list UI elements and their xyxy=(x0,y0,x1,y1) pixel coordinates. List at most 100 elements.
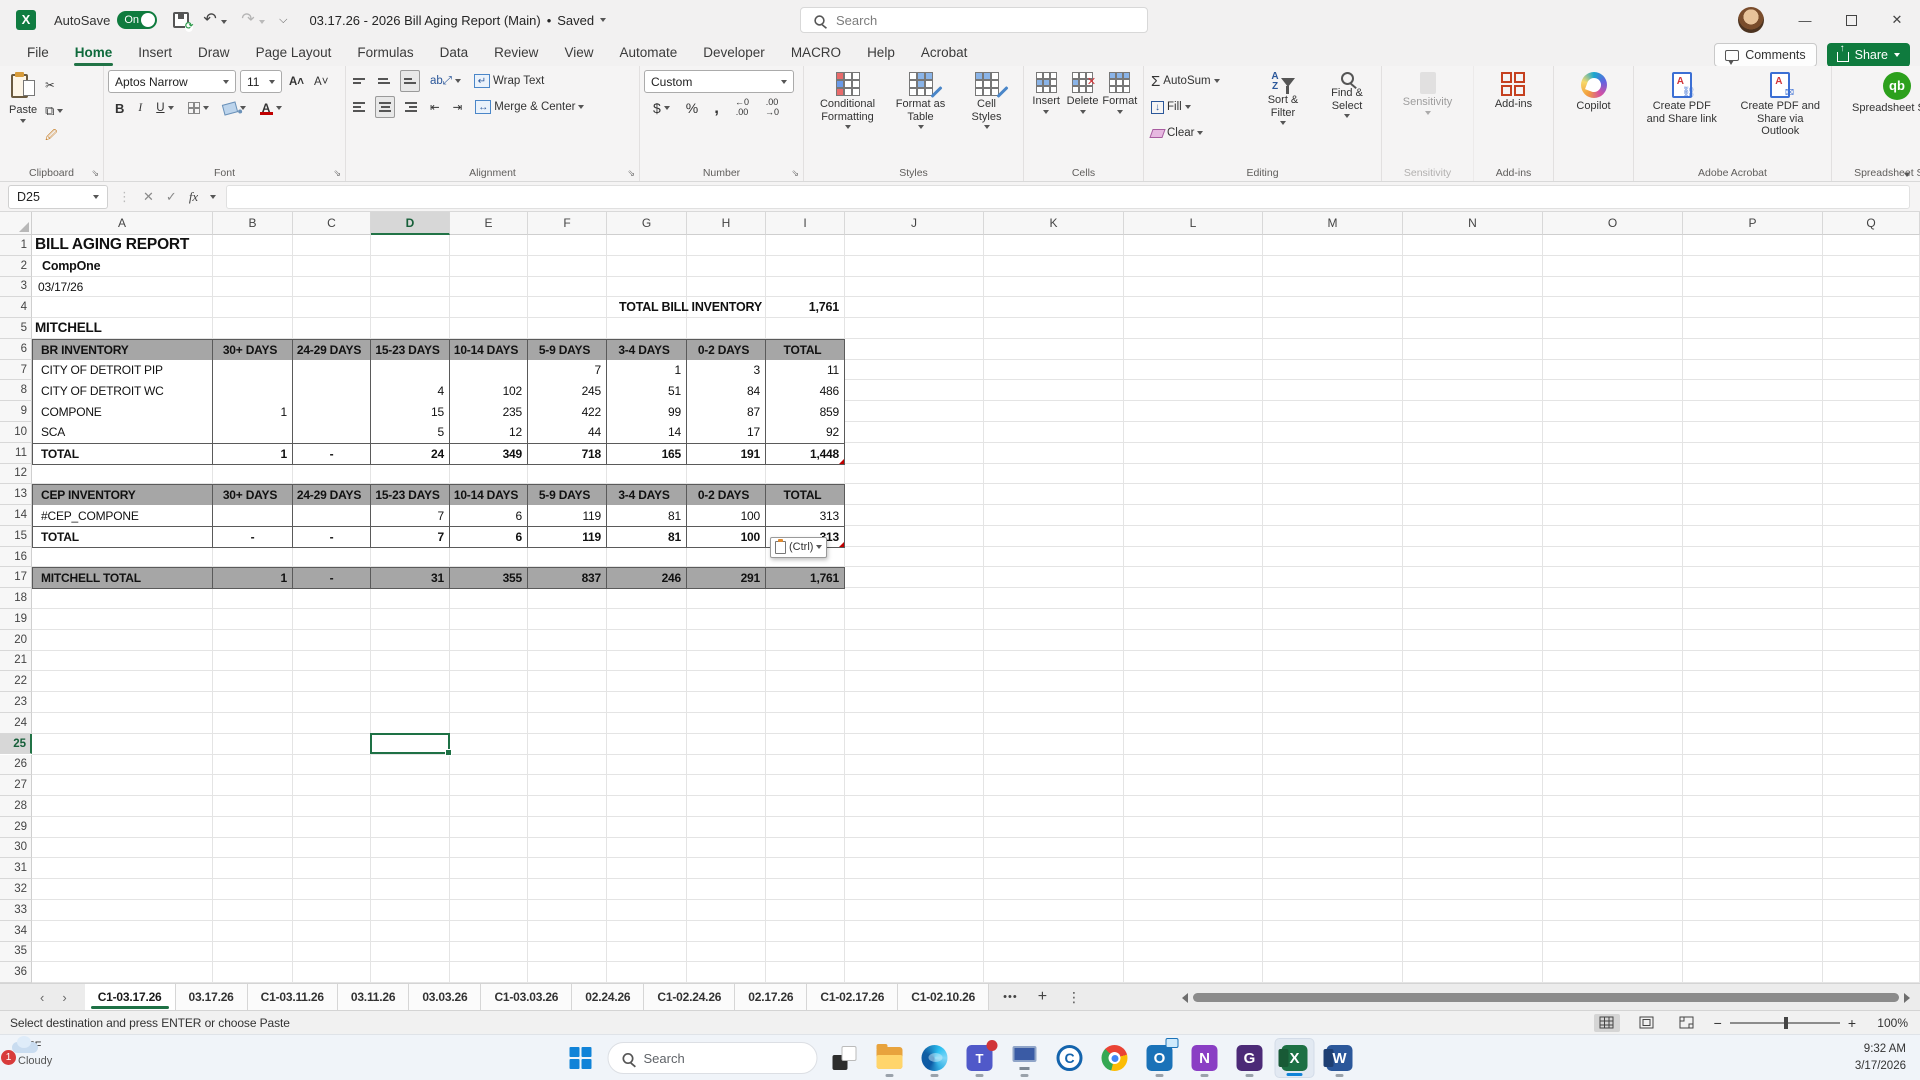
format-cells-button[interactable]: Format xyxy=(1101,70,1139,116)
row-header-26[interactable]: 26 xyxy=(0,754,32,776)
column-header-M[interactable]: M xyxy=(1263,212,1403,235)
cell-value[interactable]: 31 xyxy=(371,568,450,589)
autosum-button[interactable]: Σ AutoSum xyxy=(1148,70,1248,92)
column-header-N[interactable]: N xyxy=(1403,212,1543,235)
bold-button[interactable]: B xyxy=(112,97,127,119)
page-break-preview-button[interactable] xyxy=(1674,1014,1700,1032)
more-sheets-button[interactable]: ••• xyxy=(1003,991,1018,1003)
font-name-select[interactable]: Aptos Narrow xyxy=(108,70,236,93)
cell-value[interactable]: 1 xyxy=(213,401,293,422)
undo-button[interactable]: ↶ xyxy=(203,11,228,29)
table-row[interactable]: #CEP_COMPONE 7 6 119 81 100 313 xyxy=(32,505,845,527)
row-header-28[interactable]: 28 xyxy=(0,796,32,817)
cell-value[interactable]: 6 xyxy=(450,505,528,526)
cell-value[interactable]: 24-29 DAYS xyxy=(293,485,371,506)
cell-value[interactable]: 119 xyxy=(528,505,607,526)
percent-style-button[interactable]: % xyxy=(683,97,701,119)
create-pdf-share-outlook-button[interactable]: ✉ Create PDF and Share via Outlook xyxy=(1734,70,1827,140)
cell-value[interactable]: 837 xyxy=(528,568,607,589)
cell-value[interactable]: 1,761 xyxy=(766,568,845,589)
cell-label[interactable]: #CEP_COMPONE xyxy=(33,505,213,526)
align-center-button[interactable] xyxy=(375,96,395,118)
horizontal-scrollbar[interactable] xyxy=(1182,992,1910,1003)
cell-value[interactable]: 246 xyxy=(607,568,687,589)
cell-value[interactable]: 119 xyxy=(528,526,607,547)
cell-value[interactable]: 11 xyxy=(766,359,845,381)
sheet-tab-03.11.26[interactable]: 03.11.26 xyxy=(337,984,410,1010)
sheet-tab-03.17.26[interactable]: 03.17.26 xyxy=(175,984,248,1010)
fill-caret-icon[interactable] xyxy=(1184,105,1191,109)
avatar[interactable] xyxy=(1738,7,1764,33)
ribbon-tab-draw[interactable]: Draw xyxy=(187,42,241,65)
sheet-tab-C1-03.03.26[interactable]: C1-03.03.26 xyxy=(481,984,573,1010)
taskbar-icon-word[interactable]: W xyxy=(1320,1038,1360,1078)
row-header-19[interactable]: 19 xyxy=(0,609,32,630)
cell-value[interactable]: 349 xyxy=(450,443,528,464)
row-header-17[interactable]: 17 xyxy=(0,567,32,589)
number-dialog-launcher-icon[interactable]: ⇘ xyxy=(791,168,799,179)
ribbon-tab-macro[interactable]: MACRO xyxy=(780,42,852,65)
spreadsheet-sync-button[interactable]: qb Spreadsheet Sync xyxy=(1847,70,1920,117)
column-header-P[interactable]: P xyxy=(1683,212,1823,235)
row-header-21[interactable]: 21 xyxy=(0,650,32,672)
ribbon-tab-formulas[interactable]: Formulas xyxy=(346,42,424,65)
grow-font-button[interactable]: A˄ xyxy=(286,71,307,93)
addins-button[interactable]: Add-ins xyxy=(1490,70,1537,113)
cell-value[interactable]: 245 xyxy=(528,380,607,402)
cell-value[interactable]: 235 xyxy=(450,401,528,422)
column-header-D[interactable]: D xyxy=(371,212,450,235)
autosum-caret-icon[interactable] xyxy=(1213,79,1220,83)
row-header-11[interactable]: 11 xyxy=(0,442,32,464)
cell-value[interactable]: - xyxy=(293,443,371,464)
ribbon-tab-view[interactable]: View xyxy=(553,42,604,65)
saved-caret-icon[interactable] xyxy=(600,18,607,22)
cell-value[interactable]: 1 xyxy=(607,359,687,381)
paste-caret-icon[interactable] xyxy=(20,118,27,123)
comma-style-button[interactable]: , xyxy=(711,97,722,119)
normal-view-button[interactable] xyxy=(1593,1013,1620,1032)
row-header-35[interactable]: 35 xyxy=(0,941,32,963)
document-title[interactable]: 03.17.26 - 2026 Bill Aging Report (Main)… xyxy=(309,13,607,28)
column-header-B[interactable]: B xyxy=(213,212,293,235)
table-total-row[interactable]: TOTAL - -7 6 119 81 100 313 xyxy=(32,525,845,548)
weather-widget[interactable]: 1 19°F Cloudy xyxy=(1,1039,52,1069)
format-as-table-button[interactable]: Format as Table xyxy=(888,70,954,131)
borders-button[interactable] xyxy=(185,97,212,119)
row-header-3[interactable]: 3 xyxy=(0,276,32,298)
ribbon-tab-data[interactable]: Data xyxy=(429,42,480,65)
cell-value[interactable]: 24 xyxy=(371,443,450,464)
ribbon-tab-automate[interactable]: Automate xyxy=(608,42,688,65)
row-header-18[interactable]: 18 xyxy=(0,588,32,610)
create-pdf-share-link-button[interactable]: ⛓ Create PDF and Share link xyxy=(1638,70,1726,140)
clear-caret-icon[interactable] xyxy=(1197,131,1204,135)
cell-value[interactable] xyxy=(450,359,528,381)
copilot-button[interactable]: Copilot xyxy=(1571,70,1615,115)
column-header-A[interactable]: A xyxy=(32,212,213,235)
enter-icon[interactable]: ✓ xyxy=(166,189,177,205)
sheet-tab-C1-02.10.26[interactable]: C1-02.10.26 xyxy=(898,984,990,1010)
cell-value[interactable]: TOTAL xyxy=(766,339,845,360)
cell-value[interactable]: 44 xyxy=(528,422,607,443)
alignment-dialog-launcher-icon[interactable]: ⇘ xyxy=(627,168,635,179)
copy-caret-icon[interactable] xyxy=(57,109,64,113)
column-header-K[interactable]: K xyxy=(984,212,1124,235)
qat-overflow-icon[interactable]: ⌵ xyxy=(279,14,287,27)
cell-value[interactable] xyxy=(293,380,371,402)
taskbar-icon-edge[interactable] xyxy=(915,1038,955,1078)
column-header-H[interactable]: H xyxy=(687,212,766,235)
taskbar-icon-onenote[interactable]: N xyxy=(1185,1038,1225,1078)
spreadsheet-grid[interactable]: ABCDEFGHIJKLMNOPQ 1 2 3 4 5 6 7 8 9 10 11 12 13 14 15 1… xyxy=(0,212,1920,984)
table-row[interactable]: SCA 5 12 44 14 17 92 xyxy=(32,422,845,444)
increase-indent-button[interactable]: ⇥ xyxy=(450,96,466,118)
cell-value[interactable] xyxy=(371,359,450,381)
decrease-indent-button[interactable]: ⇤ xyxy=(427,96,443,118)
column-header-E[interactable]: E xyxy=(450,212,528,235)
page-layout-view-button[interactable] xyxy=(1634,1014,1660,1032)
row-header-24[interactable]: 24 xyxy=(0,712,32,734)
cell-value[interactable]: 15 xyxy=(371,401,450,422)
cell-value[interactable]: 3-4 DAYS xyxy=(607,339,687,360)
table-header-row[interactable]: BR INVENTORY 30+ DAYS 24-29 DAYS 15-23 DAYS… xyxy=(32,338,845,361)
taskbar-icon-excel[interactable]: X xyxy=(1274,1038,1315,1078)
name-box[interactable]: D25 xyxy=(8,184,108,209)
insert-cells-button[interactable]: Insert xyxy=(1028,70,1064,116)
